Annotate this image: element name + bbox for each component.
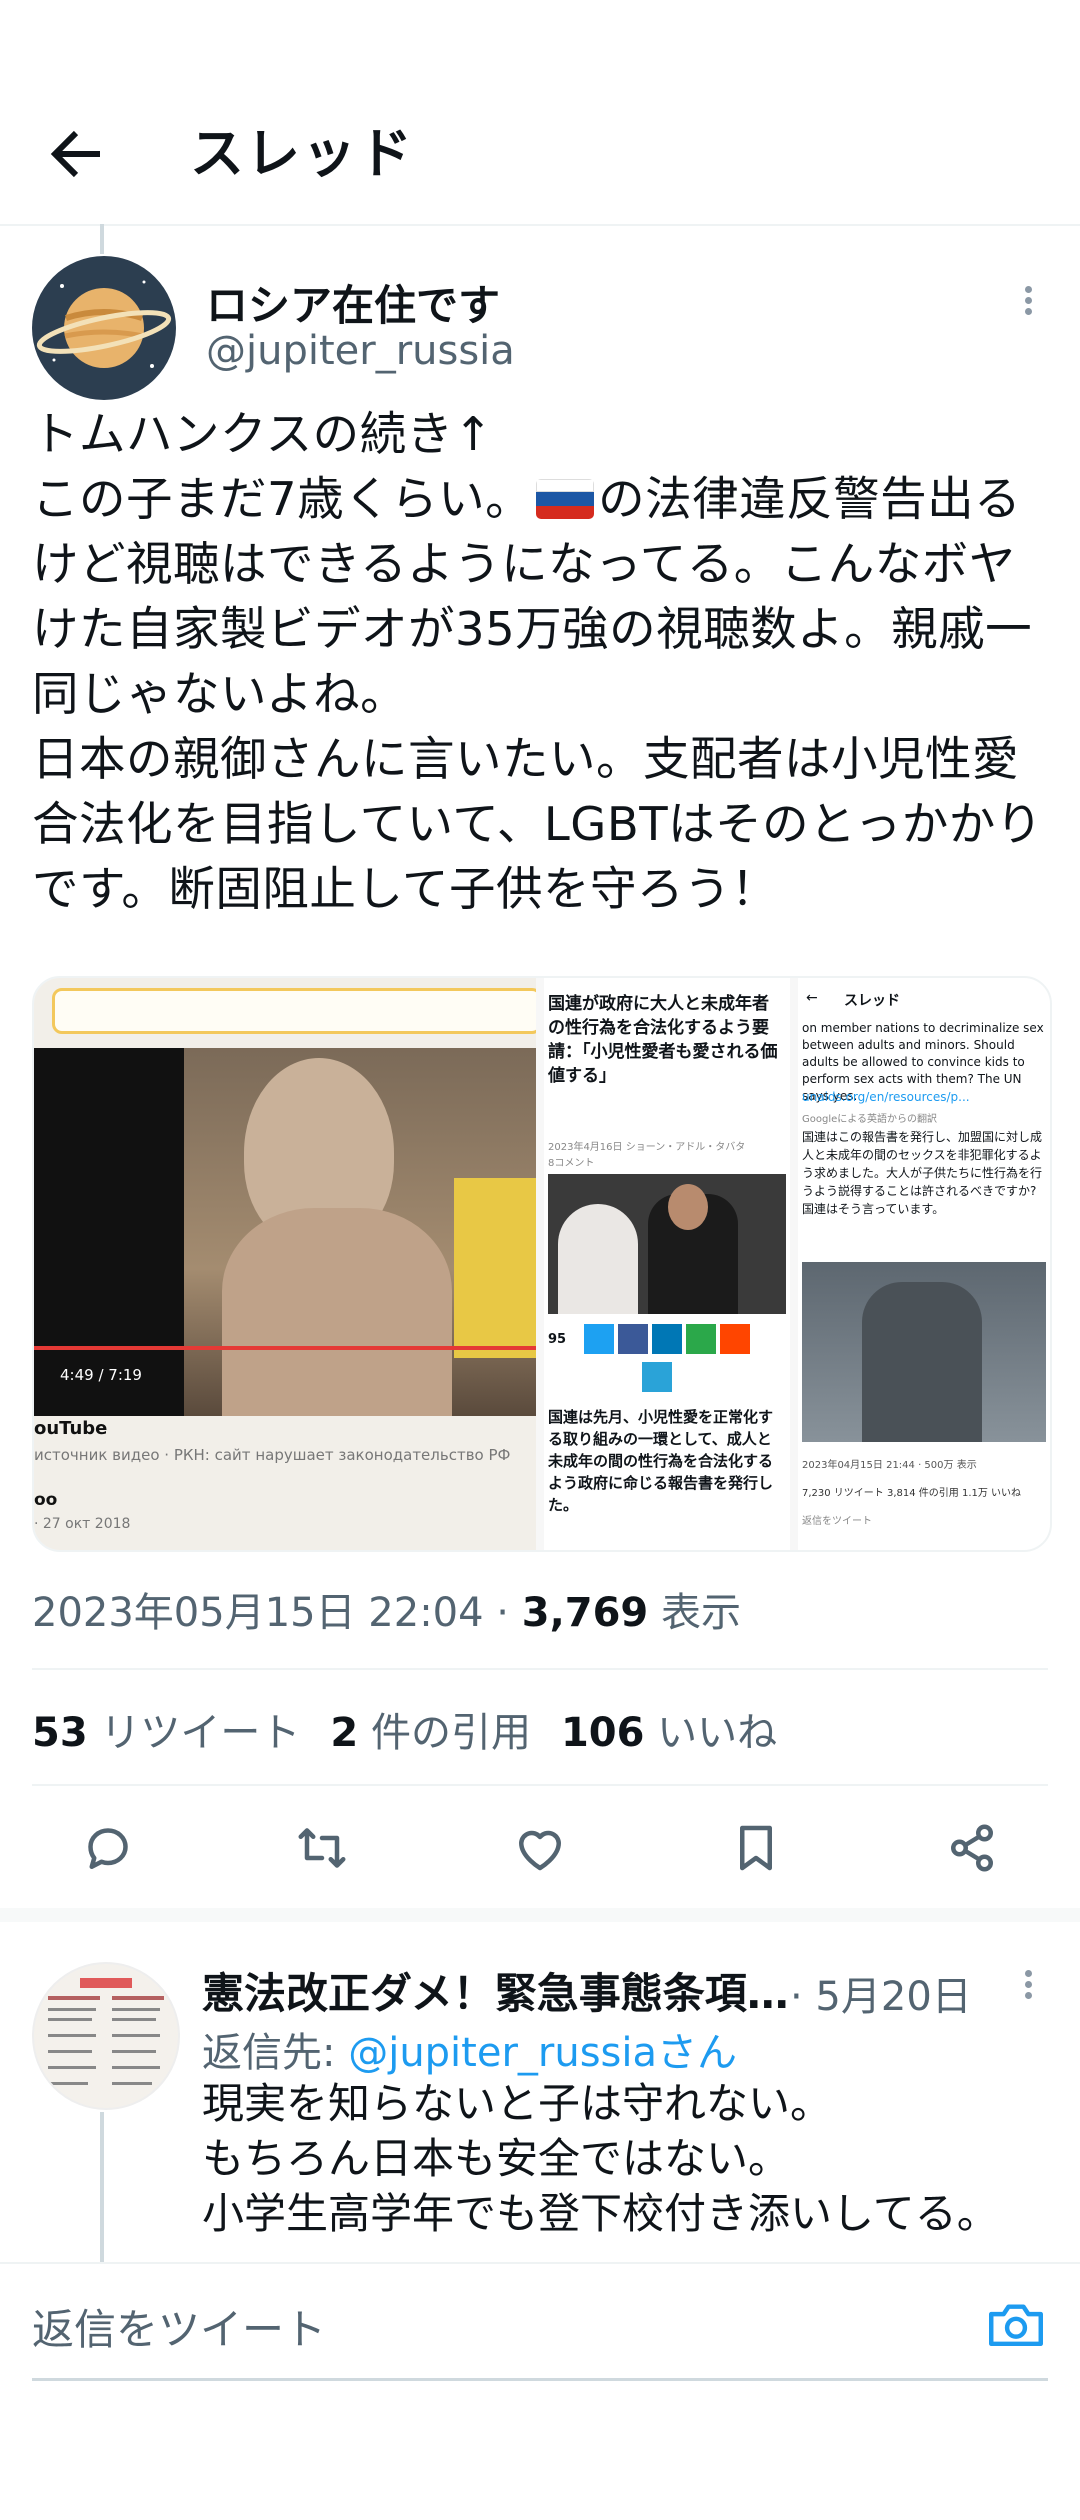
divider (32, 1784, 1048, 1786)
reddit-share-icon[interactable] (720, 1324, 750, 1354)
retweet-count[interactable]: 53 (32, 1710, 88, 1756)
facebook-share-icon[interactable] (618, 1324, 648, 1354)
avatar[interactable] (32, 256, 176, 400)
tweet-text-part2: の法律違反警告出るけど視聴はできるようになってる。こんなボヤけた自家製ビデオが3… (32, 472, 1043, 916)
reply-text: 現実を知らないと子は守れない。 もちろん日本も安全ではない。 小学生高学年でも登… (202, 2079, 999, 2238)
email-share-icon[interactable] (686, 1324, 716, 1354)
media-tweet-screenshot[interactable]: ← スレッド on member nations to decriminaliz… (798, 978, 1050, 1550)
thread-line-reply (100, 2112, 104, 2262)
telegram-share-icon[interactable] (642, 1362, 672, 1392)
share-button[interactable] (942, 1818, 1002, 1878)
linkedin-share-icon[interactable] (652, 1324, 682, 1354)
article-comments: 8コメント (548, 1158, 595, 1169)
video-channel: oo (34, 1490, 58, 1510)
article-headline: 国連が政府に大人と未成年者の性行為を合法化するよう要請：「小児性愛者も愛される価… (548, 994, 778, 1086)
camera-button[interactable] (986, 2298, 1046, 2350)
page-title: スレッド (190, 122, 414, 185)
reply-input[interactable]: 返信をツイート (32, 2296, 326, 2357)
shot-date: 2023年04月15日 21:44 · 500万 表示 (802, 1460, 977, 1471)
reply-date: · 5月20日 (790, 1974, 972, 2020)
article-share-count: 95 (548, 1332, 567, 1347)
shot-translate: Googleによる英語からの翻訳 (802, 1114, 937, 1125)
shot-title: スレッド (844, 993, 900, 1009)
shot-back-icon: ← (806, 990, 818, 1006)
video-warning: источник видео · РКН: сайт нарушает зако… (34, 1446, 511, 1464)
retweet-label[interactable]: リツイート (88, 1710, 300, 1756)
bookmark-icon (740, 1825, 772, 1871)
more-options-icon[interactable] (1018, 282, 1038, 330)
shot-stats: 7,230 リツイート 3,814 件の引用 1.1万 いいね (802, 1488, 1022, 1499)
section-separator (0, 1908, 1080, 1922)
timestamp-text: 2023年05月15日 22:04 · (32, 1590, 522, 1636)
arrow-left-icon (50, 130, 100, 178)
views-count: 3,769 (521, 1590, 649, 1636)
planet-avatar-image (32, 256, 176, 400)
reply-display-name[interactable]: 憲法改正ダメ！緊急事態条項… (202, 1960, 789, 2021)
top-bar: スレッド (0, 0, 1080, 226)
tweet-timestamp: 2023年05月15日 22:04 · 3,769 表示 (32, 1580, 741, 1638)
tweet-text: トムハンクスの続き↑ この子まだ7歳くらい。 の法律違反警告出るけど視聴はできるよ… (32, 402, 1052, 922)
composer-underline (32, 2378, 1048, 2381)
share-buttons (584, 1324, 750, 1358)
thread-line-top (100, 224, 104, 254)
views-label: 表示 (648, 1590, 741, 1636)
article-byline: 2023年4月16日 ショーン・アドル・タバタ (548, 1142, 746, 1153)
like-icon (519, 1830, 561, 1871)
bookmark-button[interactable] (726, 1818, 786, 1878)
share-icon (951, 1824, 993, 1872)
reply-to: 返信先: @jupiter_russiaさん (202, 2020, 737, 2078)
tweet-text-part1: トムハンクスの続き↑ この子まだ7歳くらい。 (32, 407, 533, 526)
shot-link: unaids.org/en/resources/p... (802, 1090, 970, 1104)
article-body: 国連は先月、小児性愛を正常化する取り組みの一環として、成人と未成年の間の性行為を… (548, 1408, 774, 1514)
reply-button[interactable] (78, 1818, 138, 1878)
quote-count[interactable]: 2 (330, 1710, 358, 1756)
like-count[interactable]: 106 (561, 1710, 645, 1756)
reply-icon (88, 1828, 128, 1869)
quote-label[interactable]: 件の引用 (358, 1710, 531, 1756)
video-date: · 27 окт 2018 (34, 1516, 131, 1532)
video-frame (34, 1048, 536, 1416)
reply-avatar[interactable] (32, 1962, 180, 2110)
media-article-screenshot[interactable]: 国連が政府に大人と未成年者の性行為を合法化するよう要請：「小児性愛者も愛される価… (544, 978, 790, 1550)
back-button[interactable] (40, 118, 112, 190)
reply-to-prefix: 返信先: (202, 2030, 349, 2076)
document-avatar-image (34, 1964, 178, 2108)
reply-more-options-icon[interactable] (1018, 1966, 1038, 2014)
like-button[interactable] (510, 1818, 570, 1878)
retweet-button[interactable] (292, 1818, 352, 1878)
divider (32, 1668, 1048, 1670)
shot-reply: 返信をツイート (802, 1516, 872, 1527)
display-name[interactable]: ロシア在住です (206, 272, 500, 333)
shot-photo (802, 1262, 1046, 1442)
camera-icon (989, 2304, 1043, 2347)
twitter-share-icon[interactable] (584, 1324, 614, 1354)
shot-japanese: 国連はこの報告書を発行し、加盟国に対し成人と未成年の間のセックスを非犯罪化するよ… (802, 1130, 1043, 1216)
reply-to-handle[interactable]: @jupiter_russiaさん (348, 2030, 737, 2076)
media-video-screenshot[interactable]: 4:49 / 7:19 ouTube источник видео · РКН:… (34, 978, 536, 1550)
media-grid[interactable]: 4:49 / 7:19 ouTube источник видео · РКН:… (32, 976, 1052, 1552)
video-search-bar (52, 988, 536, 1034)
video-timestamp: 4:49 / 7:19 (60, 1366, 142, 1384)
video-source: ouTube (34, 1418, 108, 1439)
retweet-icon (298, 1828, 346, 1868)
username[interactable]: @jupiter_russia (206, 328, 515, 374)
engagement-stats: 53 リツイート 2 件の引用 106 いいね (32, 1700, 777, 1758)
article-photo (548, 1174, 786, 1314)
russia-flag-icon (536, 479, 595, 519)
like-label[interactable]: いいね (644, 1710, 777, 1756)
